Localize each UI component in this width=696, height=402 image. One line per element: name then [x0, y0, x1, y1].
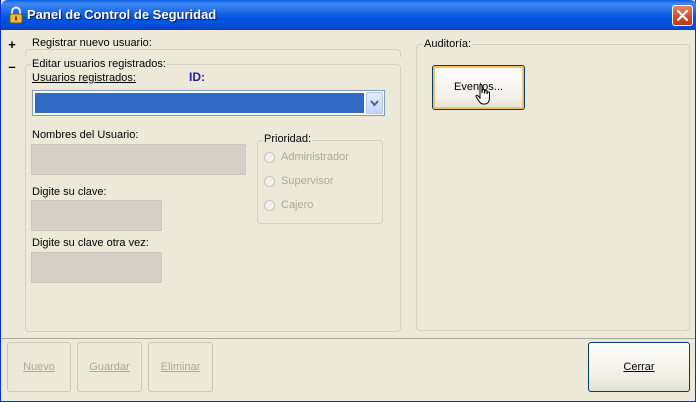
hand-cursor-icon: [475, 84, 490, 105]
edit-expander[interactable]: –: [7, 59, 17, 74]
user-names-field[interactable]: [31, 144, 246, 175]
radio-circle: [264, 152, 275, 163]
users-label: Usuarios registrados:: [32, 72, 136, 84]
guardar-button-label: Guardar: [89, 361, 130, 373]
priority-label: Prioridad:: [263, 133, 313, 145]
radio-circle: [264, 200, 275, 211]
security-panel-window: Panel de Control de Seguridad + Registra…: [0, 0, 696, 402]
close-button[interactable]: [672, 5, 693, 26]
audit-label: Auditoría:: [423, 38, 473, 50]
close-icon: [676, 9, 689, 22]
users-combobox[interactable]: [32, 90, 385, 116]
eliminar-button[interactable]: Eliminar: [148, 342, 213, 392]
combo-dropdown-button[interactable]: [366, 92, 383, 114]
nuevo-button[interactable]: Nuevo: [7, 342, 71, 392]
edit-label: Editar usuarios registrados:: [31, 58, 167, 70]
eliminar-button-label: Eliminar: [160, 361, 201, 373]
register-label: Registrar nuevo usuario:: [31, 37, 153, 49]
guardar-button[interactable]: Guardar: [77, 342, 142, 392]
bottom-separator: [1, 338, 695, 339]
user-names-label: Nombres del Usuario:: [32, 129, 139, 141]
window-title: Panel de Control de Seguridad: [27, 7, 217, 22]
nuevo-button-label: Nuevo: [23, 361, 55, 373]
password-confirm-label: Digite su clave otra vez:: [32, 237, 149, 249]
password-confirm-field[interactable]: [31, 252, 162, 283]
radio-circle: [264, 176, 275, 187]
combo-selection: [35, 93, 364, 113]
cerrar-button[interactable]: Cerrar: [588, 342, 690, 392]
register-expander[interactable]: +: [7, 37, 17, 52]
lock-icon: [9, 6, 23, 24]
cerrar-button-label: Cerrar: [623, 361, 655, 373]
chevron-down-icon: [370, 100, 379, 107]
title-bar[interactable]: Panel de Control de Seguridad: [1, 0, 696, 30]
id-label: ID:: [189, 70, 205, 84]
password-field[interactable]: [31, 200, 162, 231]
password-label: Digite su clave:: [32, 186, 107, 198]
register-group: [25, 49, 401, 57]
